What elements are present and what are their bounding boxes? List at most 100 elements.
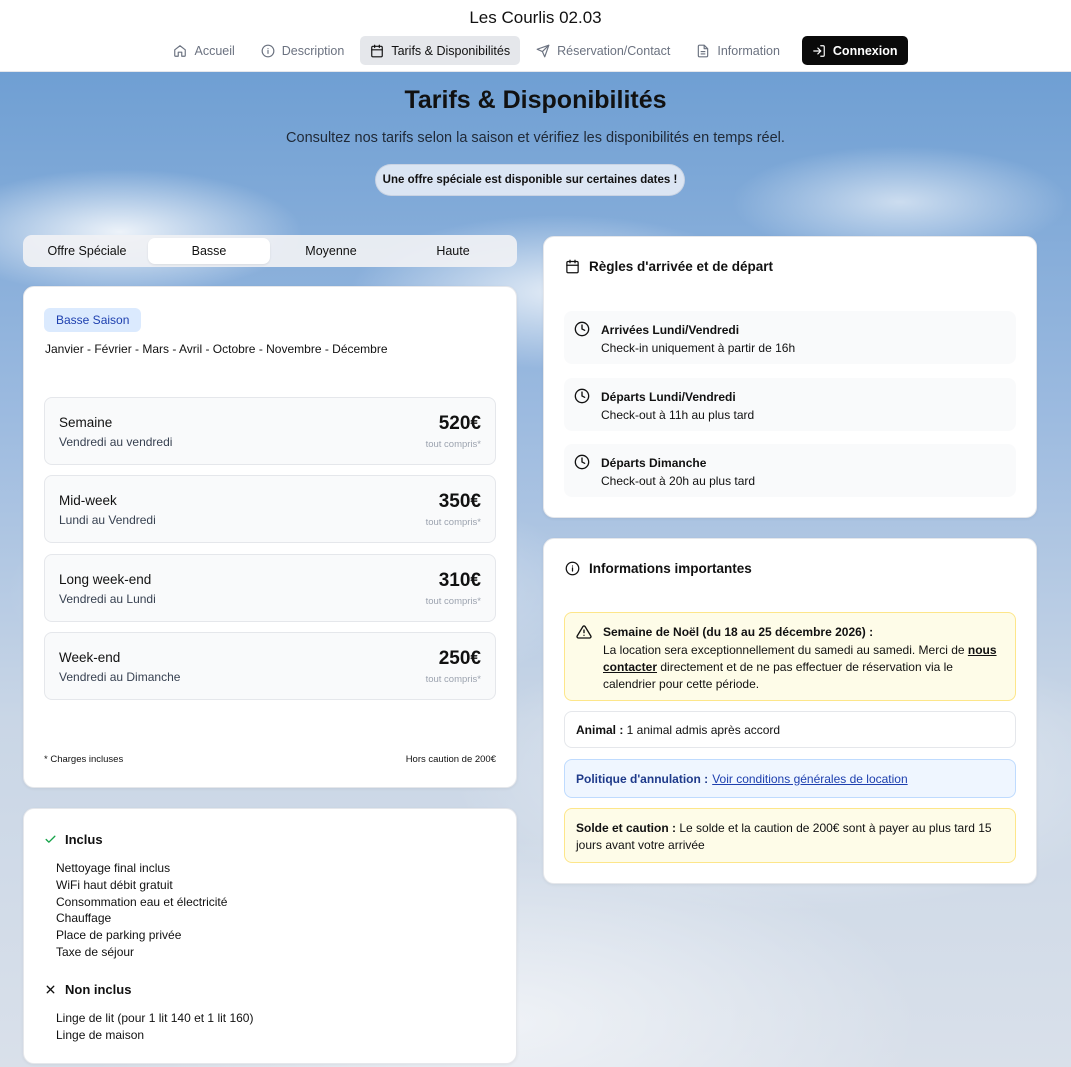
nav-information[interactable]: Information (686, 36, 790, 65)
list-item: Consommation eau et électricité (56, 894, 228, 909)
price-name: Week-end (59, 650, 121, 665)
rule-item: Arrivées Lundi/Vendredi Check-in uniquem… (564, 311, 1016, 364)
nav-label: Description (281, 43, 345, 58)
clock-icon (574, 454, 590, 470)
price-item-semaine: Semaine Vendredi au vendredi 520€ tout c… (44, 397, 496, 465)
check-icon (45, 835, 56, 843)
cancel-label: Politique d'annulation : (576, 771, 709, 786)
included-heading: Inclus (44, 832, 103, 847)
send-icon (536, 44, 550, 57)
price-item-long-weekend: Long week-end Vendredi au Lundi 310€ tou… (44, 554, 496, 622)
included-list: Nettoyage final inclus WiFi haut débit g… (56, 860, 227, 961)
price-note: tout compris* (425, 439, 481, 450)
important-info-card: Informations importantes Semaine de Noël… (543, 538, 1037, 884)
calendar-icon (371, 44, 384, 57)
price-name: Long week-end (59, 572, 152, 587)
price-desc: Vendredi au Dimanche (59, 670, 181, 684)
tab-offre-speciale[interactable]: Offre Spéciale (26, 238, 148, 264)
price-note: tout compris* (425, 517, 481, 528)
login-label: Connexion (832, 43, 898, 58)
price-note: tout compris* (425, 596, 481, 607)
price-item-midweek: Mid-week Lundi au Vendredi 350€ tout com… (44, 475, 496, 543)
page-subtitle: Consultez nos tarifs selon la saison et … (286, 130, 785, 146)
list-item: Linge de maison (56, 1027, 145, 1042)
price-item-weekend: Week-end Vendredi au Dimanche 250€ tout … (44, 632, 496, 700)
price-value: 310€ (438, 570, 481, 591)
info-icon (261, 44, 275, 57)
christmas-title: Semaine de Noël (du 18 au 25 décembre 20… (603, 625, 874, 639)
rule-item: Départs Dimanche Check-out à 20h au plus… (564, 444, 1016, 497)
rules-title: Règles d'arrivée et de départ (589, 259, 774, 274)
rules-heading: Règles d'arrivée et de départ (565, 259, 773, 274)
special-offer-badge: Une offre spéciale est disponible sur ce… (375, 164, 685, 196)
price-value: 250€ (438, 648, 481, 669)
infos-heading: Informations importantes (565, 561, 752, 576)
login-button[interactable]: Connexion (801, 36, 908, 65)
christmas-text: La location sera exceptionnellement du s… (603, 642, 1003, 693)
main-nav: Accueil Description Tarifs & Disponibili… (0, 36, 1071, 65)
nav-accueil[interactable]: Accueil (163, 36, 244, 65)
rule-desc: Check-out à 20h au plus tard (601, 474, 756, 488)
nav-label: Tarifs & Disponibilités (391, 43, 511, 58)
tab-basse[interactable]: Basse (148, 238, 270, 264)
login-icon (813, 44, 825, 57)
rule-desc: Check-in uniquement à partir de 16h (601, 341, 796, 355)
site-header: Les Courlis 02.03 Accueil Description Ta… (0, 0, 1071, 72)
terms-link[interactable]: Voir conditions générales de location (712, 772, 907, 786)
infos-title: Informations importantes (589, 561, 752, 576)
price-value: 350€ (438, 491, 481, 512)
home-icon (174, 44, 187, 57)
included-title: Inclus (65, 832, 103, 847)
nav-tarifs[interactable]: Tarifs & Disponibilités (360, 36, 521, 65)
price-desc: Lundi au Vendredi (59, 513, 156, 527)
list-item: Nettoyage final inclus (56, 861, 171, 875)
cancellation-policy: Politique d'annulation : Voir conditions … (564, 759, 1016, 798)
price-desc: Vendredi au Lundi (59, 592, 156, 606)
animal-label: Animal : (576, 722, 624, 737)
balance-deposit-info: Solde et caution : Le solde et la cautio… (564, 808, 1016, 863)
rule-title: Départs Lundi/Vendredi (601, 390, 736, 404)
info-icon (565, 561, 580, 576)
price-note: tout compris* (425, 674, 481, 685)
excluded-list: Linge de lit (pour 1 lit 140 et 1 lit 16… (56, 1010, 253, 1044)
list-item: Chauffage (56, 911, 112, 926)
christmas-notice: Semaine de Noël (du 18 au 25 décembre 20… (564, 612, 1016, 701)
clock-icon (574, 388, 590, 404)
nav-label: Information (717, 43, 780, 58)
excluded-heading: Non inclus (44, 982, 131, 997)
document-icon (698, 44, 709, 57)
price-value: 520€ (438, 413, 481, 434)
price-desc: Vendredi au vendredi (59, 435, 173, 449)
animal-text: 1 animal admis après accord (623, 722, 781, 737)
tab-haute[interactable]: Haute (392, 238, 514, 264)
inclusions-card: Inclus Nettoyage final inclus WiFi haut … (23, 808, 517, 1064)
list-item: Place de parking privée (56, 928, 182, 943)
rule-desc: Check-out à 11h au plus tard (601, 408, 755, 422)
clock-icon (574, 321, 590, 337)
list-item: WiFi haut débit gratuit (56, 877, 173, 892)
solde-label: Solde et caution : (576, 821, 677, 835)
x-icon (46, 985, 55, 994)
season-months: Janvier - Février - Mars - Avril - Octob… (45, 342, 388, 356)
page-title: Tarifs & Disponibilités (404, 86, 667, 114)
text-segment: La location sera exceptionnellement du s… (603, 643, 968, 657)
checkin-rules-card: Règles d'arrivée et de départ Arrivées L… (543, 236, 1037, 518)
charges-footnote: * Charges incluses (44, 754, 124, 765)
tab-moyenne[interactable]: Moyenne (270, 238, 392, 264)
price-name: Mid-week (59, 493, 117, 508)
nav-label: Réservation/Contact (557, 43, 671, 58)
site-title: Les Courlis 02.03 (469, 8, 602, 27)
excluded-title: Non inclus (65, 982, 132, 997)
nav-reservation[interactable]: Réservation/Contact (526, 36, 680, 65)
rule-item: Départs Lundi/Vendredi Check-out à 11h a… (564, 378, 1016, 431)
list-item: Taxe de séjour (56, 944, 135, 959)
warning-icon (576, 625, 592, 639)
deposit-footnote: Hors caution de 200€ (405, 754, 496, 765)
rule-title: Départs Dimanche (601, 456, 707, 470)
season-tabs: Offre Spéciale Basse Moyenne Haute (23, 235, 517, 267)
price-name: Semaine (59, 415, 113, 430)
calendar-icon (566, 259, 579, 274)
nav-description[interactable]: Description (251, 36, 355, 65)
pricing-card: Basse Saison Janvier - Février - Mars - … (23, 286, 517, 788)
rule-title: Arrivées Lundi/Vendredi (601, 323, 740, 337)
